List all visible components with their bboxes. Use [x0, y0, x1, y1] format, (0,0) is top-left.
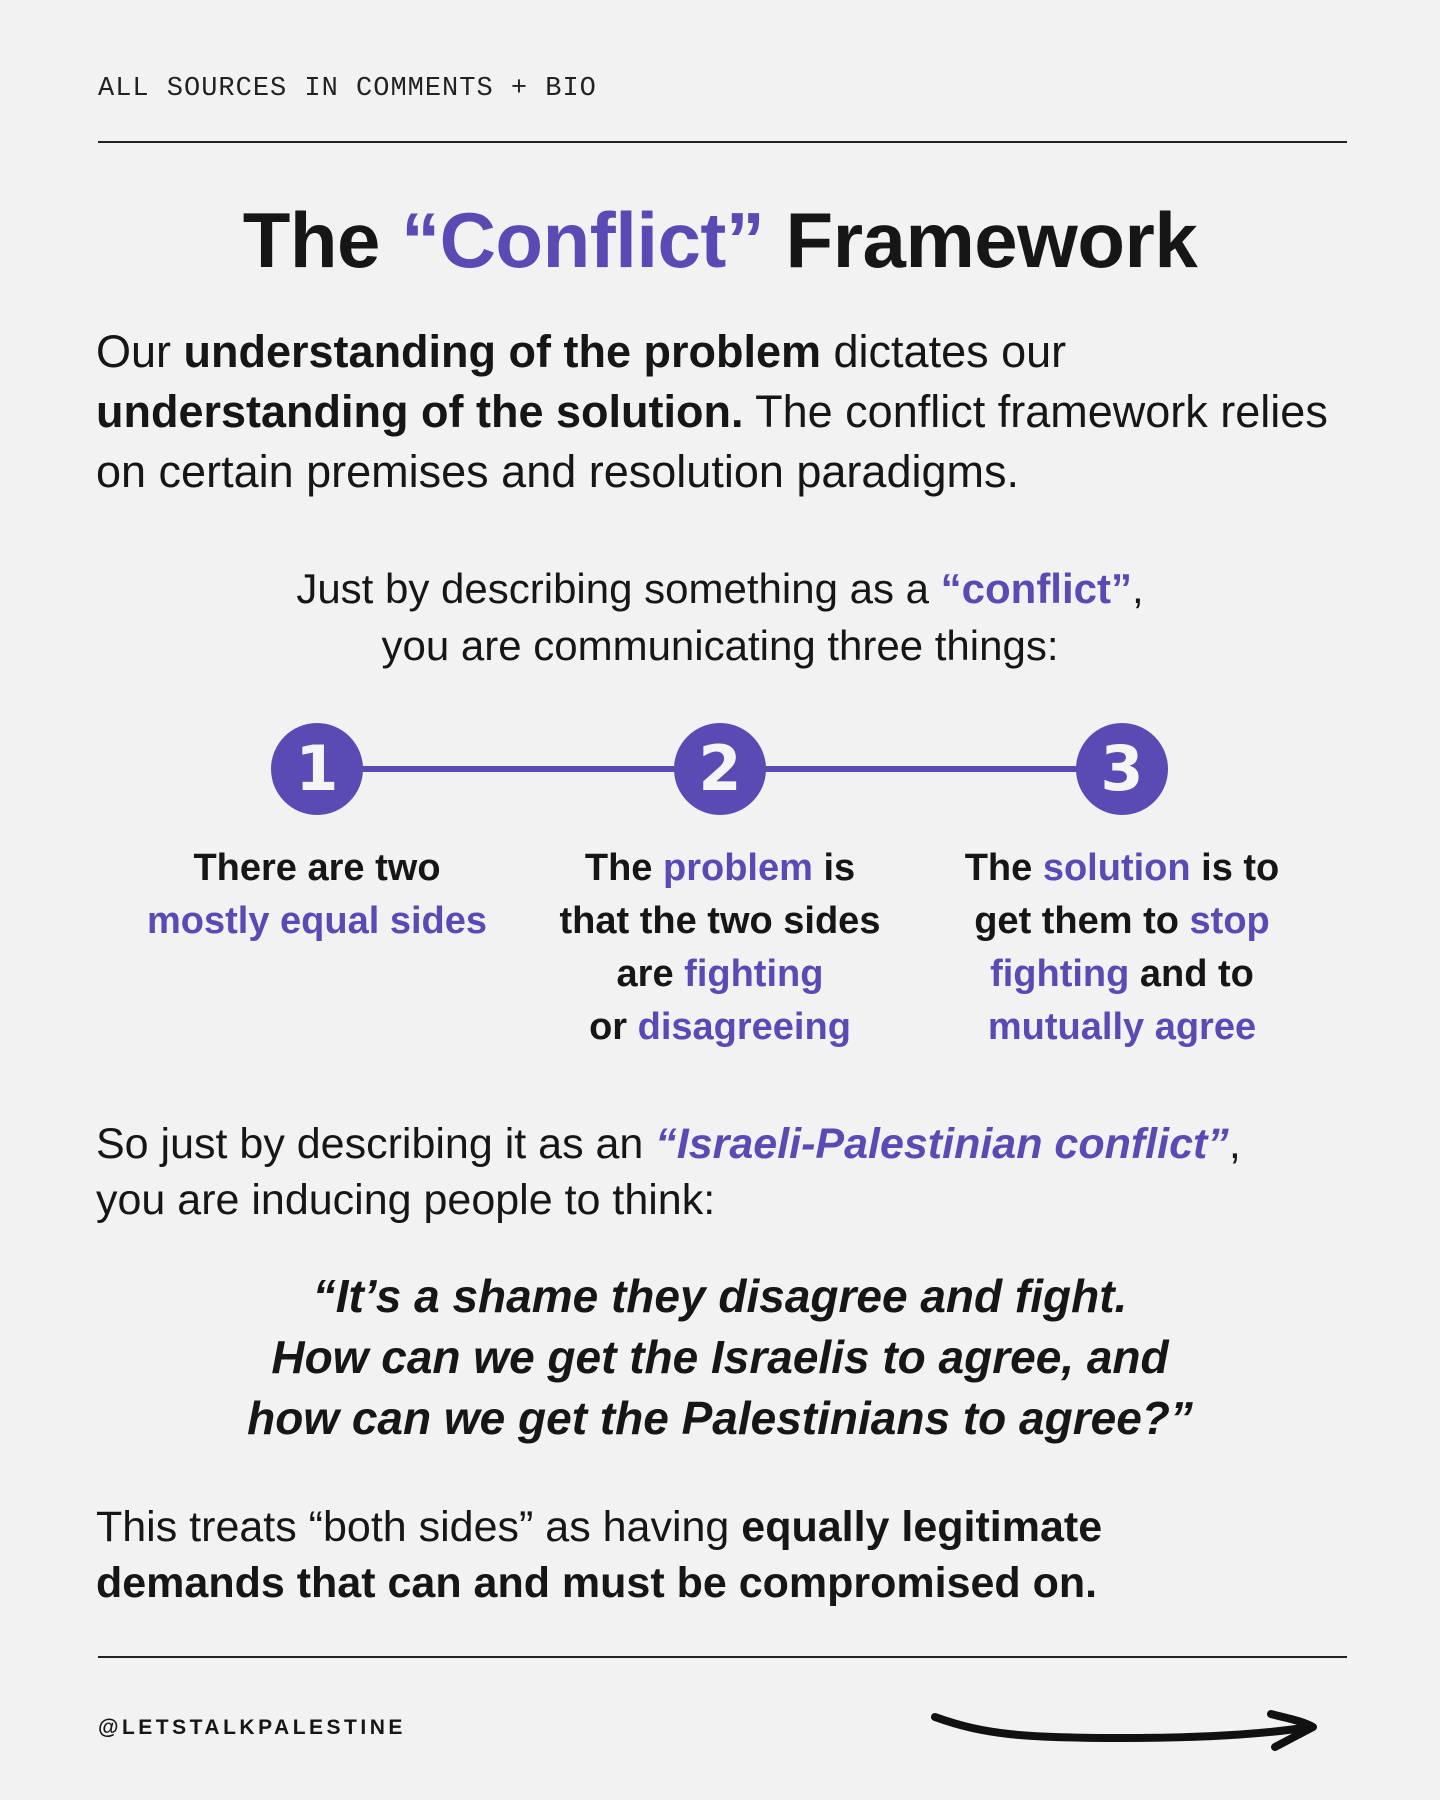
closing-paragraph: This treats “both sides” as having equal… [96, 1503, 1103, 1607]
step-3-text: The solution is to get them to stop fighti… [964, 847, 1280, 1048]
account-handle: @LETSTALKPALESTINE [98, 1716, 406, 1739]
sources-note: ALL SOURCES IN COMMENTS + BIO [98, 74, 597, 104]
title-highlight: “Conflict” [401, 196, 765, 284]
step-number-badge: 1 [271, 723, 363, 815]
step-1-text: There are two mostly equal sides [146, 847, 487, 942]
bottom-divider [98, 1656, 1347, 1658]
arrow-right-icon[interactable] [925, 1700, 1325, 1765]
title-text: Framework [764, 196, 1198, 284]
lead-paragraph: Just by describing something as a “confl… [296, 565, 1144, 669]
step-number-badge: 3 [1076, 723, 1168, 815]
timeline-connector [760, 766, 1080, 772]
consequence-paragraph: So just by describing it as an “Israeli-… [96, 1120, 1241, 1224]
intro-paragraph: Our understanding of the problem dictate… [96, 326, 1328, 497]
page-title: The “Conflict” Framework [0, 195, 1440, 286]
title-text: The [242, 196, 402, 284]
timeline-connector [360, 766, 680, 772]
step-number-badge: 2 [674, 723, 766, 815]
step-2-text: The problem is that the two sides are figh… [559, 847, 881, 1048]
quote-block: “It’s a shame they disagree and fight. Ho… [247, 1270, 1193, 1444]
top-divider [98, 141, 1347, 143]
